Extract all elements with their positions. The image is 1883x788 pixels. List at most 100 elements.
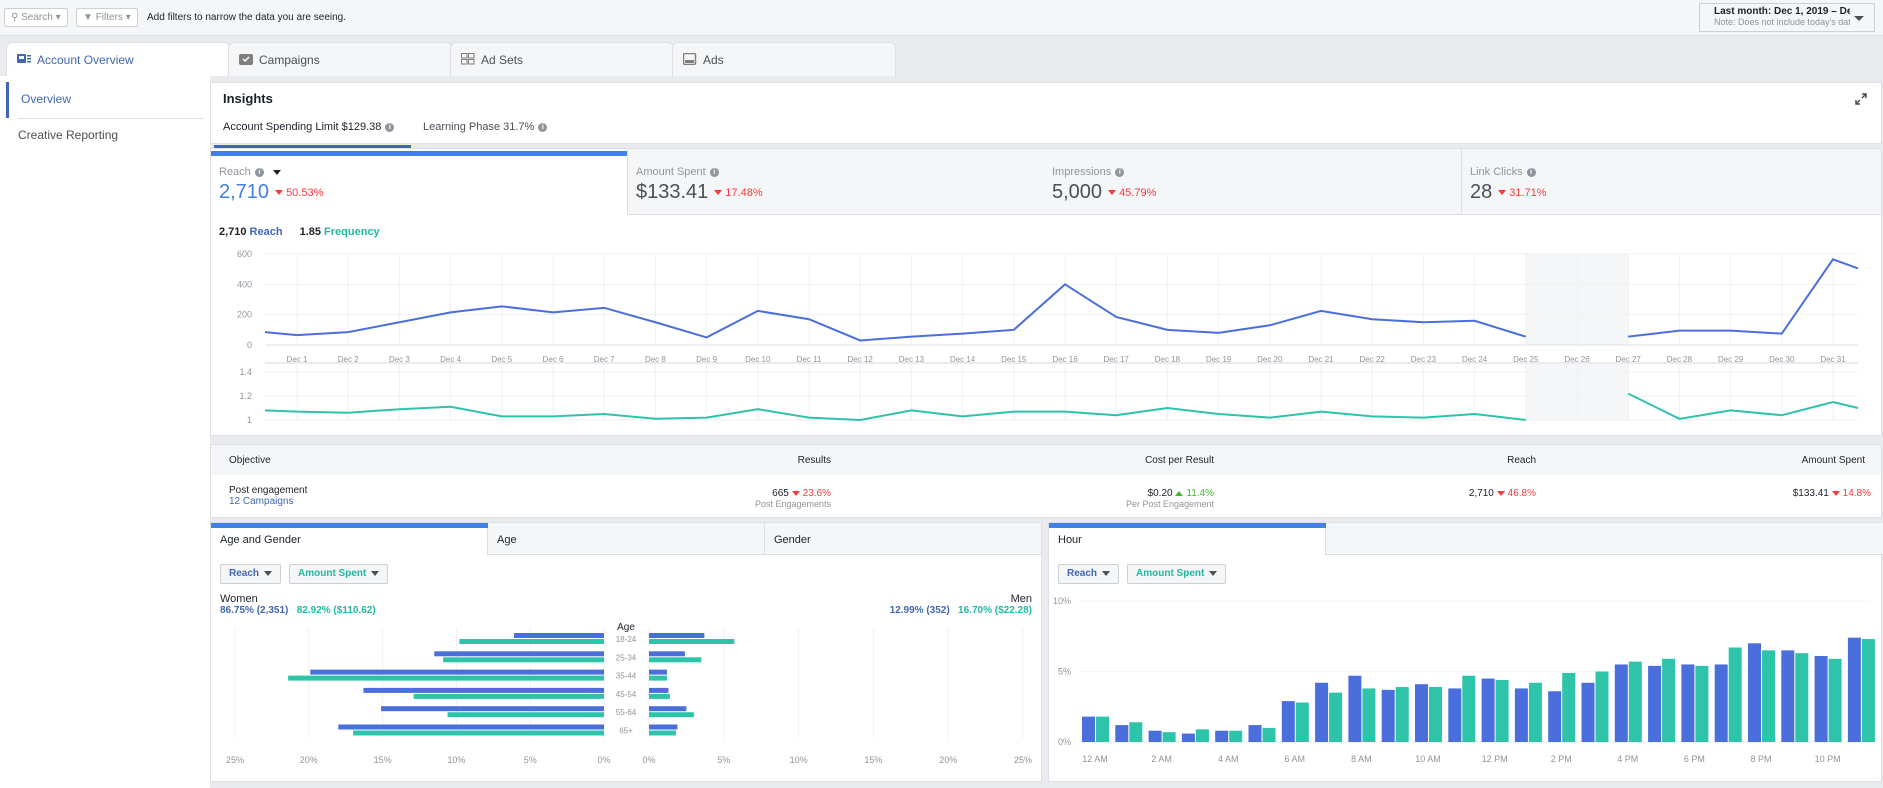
- women-summary: Women 86.75% (2,351) 82.92% ($110.62): [220, 593, 376, 616]
- x-tick-label: 8 PM: [1750, 754, 1771, 764]
- reach-bar: [1082, 716, 1095, 742]
- expand-icon[interactable]: [1855, 93, 1867, 105]
- kpi-amount-spent[interactable]: Amount Spent i $133.41 17.48%: [627, 149, 1044, 215]
- sidebar-item-creative-reporting[interactable]: Creative Reporting: [6, 118, 204, 154]
- spent-bar: [1195, 729, 1209, 742]
- x-tick-label: 15%: [864, 755, 882, 765]
- amount-spent-dropdown[interactable]: Amount Spent: [289, 564, 389, 584]
- x-tick-label: Dec 20: [1257, 355, 1283, 364]
- women-spent-bar: [447, 712, 604, 718]
- spent-bar: [1096, 716, 1109, 742]
- x-tick-label: Dec 23: [1411, 355, 1437, 364]
- arrow-down-icon: [1496, 490, 1505, 496]
- tab-campaigns[interactable]: Campaigns: [228, 42, 452, 76]
- men-spent-bar: [649, 657, 702, 663]
- reach-bar: [1847, 637, 1861, 742]
- tab-age[interactable]: Age: [488, 523, 765, 555]
- x-tick-label: Dec 15: [1001, 355, 1027, 364]
- x-tick-label: 2 AM: [1151, 754, 1172, 764]
- tab-account-overview[interactable]: Account Overview: [6, 42, 230, 76]
- age-category-label: 35-44: [616, 672, 637, 681]
- x-tick-label: 5%: [717, 755, 730, 765]
- age-category-label: 25-34: [616, 653, 637, 662]
- reach-bar: [1481, 678, 1495, 742]
- reach-dropdown[interactable]: Reach: [220, 564, 282, 584]
- tab-learning-phase[interactable]: Learning Phase 31.7% i: [423, 121, 548, 133]
- spent-bar: [1462, 675, 1476, 742]
- amount-spent-dropdown[interactable]: Amount Spent: [1127, 564, 1227, 584]
- x-tick-label: Dec 3: [389, 355, 410, 364]
- spent-bar: [1695, 665, 1709, 742]
- x-tick-label: Dec 29: [1718, 355, 1744, 364]
- reach-bar: [1381, 689, 1395, 742]
- chevron-down-icon: [1209, 570, 1218, 576]
- men-reach-bar: [649, 706, 687, 712]
- x-tick-label: 15%: [374, 755, 392, 765]
- men-reach-bar: [649, 651, 685, 657]
- women-spent-bar: [413, 693, 604, 699]
- x-tick-label: Dec 6: [543, 355, 564, 364]
- date-range-label: Last month: Dec 1, 2019 – Dec 31, 2019: [1714, 6, 1850, 17]
- account-overview-icon: [17, 53, 31, 65]
- x-tick-label: 2 PM: [1551, 754, 1572, 764]
- men-spent-bar: [649, 730, 676, 736]
- filter-hint: Add filters to narrow the data you are s…: [147, 12, 347, 23]
- women-spent-bar: [288, 675, 604, 681]
- reach-bar: [1614, 664, 1628, 742]
- x-tick-label: Dec 10: [745, 355, 771, 364]
- grid-icon: [461, 53, 475, 65]
- reach-bar: [1448, 688, 1462, 742]
- legend-reach[interactable]: Reach: [250, 226, 283, 238]
- x-tick-label: Dec 2: [338, 355, 359, 364]
- kpi-value: $133.41: [636, 181, 709, 203]
- chevron-down-icon: [371, 570, 380, 576]
- x-tick-label: Dec 25: [1513, 355, 1539, 364]
- filter-icon: ▼: [83, 12, 93, 23]
- tab-gender[interactable]: Gender: [765, 523, 1042, 555]
- y-tick-label: 200: [237, 310, 252, 320]
- x-tick-label: 20%: [939, 755, 957, 765]
- x-tick-label: 0%: [642, 755, 655, 765]
- info-icon: i: [538, 122, 548, 132]
- reach-bar: [1748, 643, 1761, 742]
- x-tick-label: 5%: [524, 755, 537, 765]
- spent-bar: [1262, 727, 1276, 742]
- men-spent-bar: [649, 675, 667, 681]
- legend-frequency[interactable]: Frequency: [324, 226, 380, 238]
- x-tick-label: Dec 8: [645, 355, 666, 364]
- tab-spending-limit[interactable]: Account Spending Limit $129.38 i: [223, 121, 395, 133]
- sidebar-item-overview[interactable]: Overview: [6, 82, 204, 118]
- x-tick-label: Dec 14: [950, 355, 976, 364]
- spent-bar: [1362, 688, 1376, 742]
- x-tick-label: Dec 19: [1206, 355, 1232, 364]
- kpi-link-clicks[interactable]: Link Clicks i 28 31.71%: [1461, 149, 1881, 215]
- reach-dropdown[interactable]: Reach: [1058, 564, 1120, 584]
- chevron-down-icon[interactable]: [272, 169, 281, 175]
- date-range-picker[interactable]: Last month: Dec 1, 2019 – Dec 31, 2019 N…: [1699, 3, 1875, 32]
- y-tick-label: 10%: [1053, 596, 1071, 606]
- y-tick-label: 5%: [1058, 667, 1071, 677]
- x-tick-label: 8 AM: [1351, 754, 1372, 764]
- x-tick-label: 10 PM: [1815, 754, 1841, 764]
- y-tick-label: 1: [247, 415, 252, 425]
- kpi-reach[interactable]: Reach i 2,710 50.53%: [211, 149, 627, 215]
- kpi-impressions[interactable]: Impressions i 5,000 45.79%: [1044, 149, 1461, 215]
- table-row: Post engagement 12 Campaigns: [229, 485, 308, 507]
- spent-bar: [1795, 653, 1809, 742]
- filters-button[interactable]: ▼ Filters ▾: [76, 8, 138, 27]
- sidebar: Overview Creative Reporting: [0, 76, 210, 788]
- search-icon: ⚲: [11, 12, 19, 23]
- x-tick-label: 12 PM: [1482, 754, 1508, 764]
- age-category-label: 65+: [619, 727, 633, 736]
- spent-bar: [1329, 692, 1343, 742]
- tab-ad-sets[interactable]: Ad Sets: [450, 42, 674, 76]
- men-summary: Men 12.99% (352) 16.70% ($22.28): [889, 593, 1032, 616]
- x-tick-label: Dec 27: [1616, 355, 1642, 364]
- men-reach-bar: [649, 633, 705, 638]
- tab-ads[interactable]: Ads: [672, 42, 896, 76]
- search-button[interactable]: ⚲ Search ▾: [4, 8, 68, 27]
- reach-bar: [1681, 664, 1695, 742]
- women-spent-bar: [443, 657, 604, 663]
- x-tick-label: Dec 4: [440, 355, 461, 364]
- campaigns-link[interactable]: 12 Campaigns: [229, 496, 307, 507]
